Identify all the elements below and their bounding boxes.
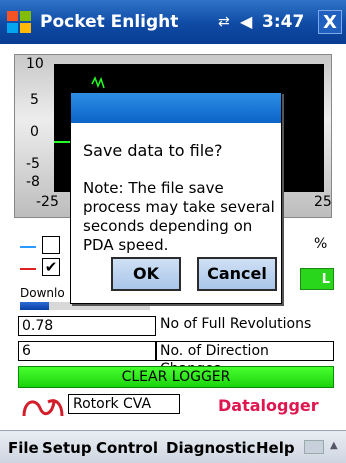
input-arrow-icon[interactable]: ▲ bbox=[330, 440, 338, 451]
speaker-icon[interactable]: ◀ bbox=[240, 12, 252, 31]
y-tick-label: 5 bbox=[30, 92, 39, 108]
model-field: Rotork CVA bbox=[68, 394, 180, 414]
menu-bar: File Setup Control Diagnostic Help ▲ bbox=[0, 430, 346, 463]
y-tick-label: 10 bbox=[26, 56, 44, 72]
rotork-logo bbox=[22, 399, 64, 417]
clear-logger-button[interactable]: CLEAR LOGGER bbox=[18, 366, 334, 388]
blue-trace-checkbox[interactable] bbox=[42, 236, 60, 254]
menu-diagnostic[interactable]: Diagnostic bbox=[166, 439, 256, 457]
ok-button[interactable]: OK bbox=[111, 257, 181, 291]
menu-setup[interactable]: Setup bbox=[42, 439, 92, 457]
green-action-button[interactable]: L bbox=[300, 268, 334, 290]
mode-title: Datalogger bbox=[218, 396, 319, 415]
close-button[interactable]: X bbox=[318, 10, 342, 34]
download-label: Downlo bbox=[20, 286, 65, 300]
title-bar: Pocket Enlight ⇄ ◀ 3:47 X bbox=[0, 0, 346, 44]
y-tick-label: -5 bbox=[26, 156, 40, 172]
y-tick-label: 0 bbox=[30, 124, 39, 140]
connectivity-icon[interactable]: ⇄ bbox=[218, 14, 236, 30]
full-revolutions-label: No of Full Revolutions bbox=[160, 316, 312, 332]
menu-file[interactable]: File bbox=[8, 439, 39, 457]
windows-start-icon[interactable] bbox=[6, 9, 32, 35]
dialog-header bbox=[71, 93, 281, 123]
save-dialog: Save data to file? Note: The file save p… bbox=[70, 92, 282, 304]
menu-control[interactable]: Control bbox=[96, 439, 158, 457]
red-trace-legend bbox=[20, 268, 36, 270]
cancel-button[interactable]: Cancel bbox=[197, 257, 277, 291]
dialog-note: Note: The file save process may take sev… bbox=[83, 179, 275, 254]
percent-label: % bbox=[314, 236, 328, 252]
direction-changes-label: No. of Direction Changes bbox=[156, 341, 334, 377]
y-tick-label: -8 bbox=[26, 174, 40, 190]
x-tick-label: -25 bbox=[36, 194, 59, 210]
app-title: Pocket Enlight bbox=[40, 12, 179, 32]
red-trace-checkbox[interactable]: ✔ bbox=[42, 258, 60, 276]
direction-changes-field[interactable]: 6 bbox=[18, 341, 156, 361]
full-revolutions-field[interactable]: 0.78 bbox=[18, 316, 156, 336]
keyboard-icon[interactable] bbox=[304, 440, 324, 454]
download-progress-fill bbox=[20, 302, 49, 310]
dialog-question: Save data to file? bbox=[83, 141, 223, 160]
x-tick-label: 25 bbox=[314, 194, 332, 210]
menu-help[interactable]: Help bbox=[256, 439, 295, 457]
blue-trace-legend bbox=[20, 246, 36, 248]
clock[interactable]: 3:47 bbox=[262, 12, 304, 32]
